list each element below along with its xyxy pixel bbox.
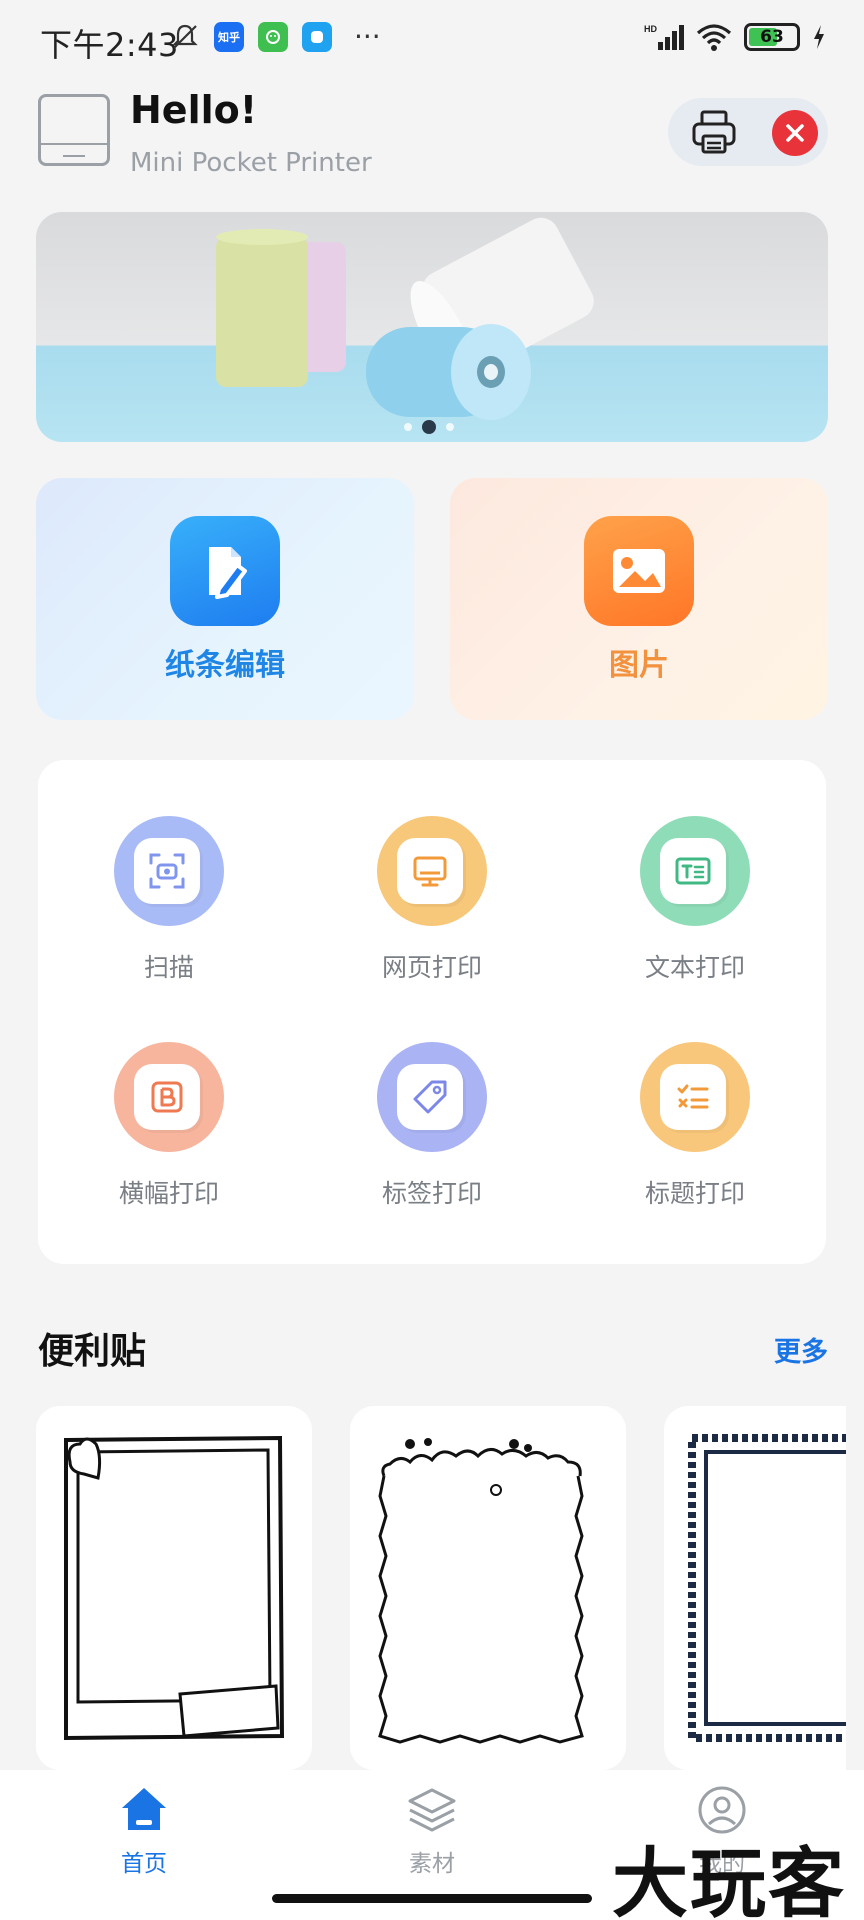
device-name: Mini Pocket Printer xyxy=(130,148,372,178)
device-icon xyxy=(38,94,110,166)
note-edit-icon xyxy=(170,516,280,626)
greeting-title: Hello! xyxy=(130,88,258,132)
watermark: 大玩客 xyxy=(612,1839,846,1920)
tool-title-print[interactable]: 标题打印 xyxy=(564,986,826,1208)
monitor-icon xyxy=(377,816,487,926)
note-edit-card[interactable]: 纸条编辑 xyxy=(36,478,414,720)
image-card[interactable]: 图片 xyxy=(450,478,828,720)
home-indicator[interactable] xyxy=(272,1894,592,1903)
disconnect-button[interactable] xyxy=(772,110,818,156)
scalloped-frame-image xyxy=(378,1438,584,1744)
stamp-frame-image xyxy=(688,1434,846,1742)
layers-icon xyxy=(408,1788,456,1832)
tool-web-print-label: 网页打印 xyxy=(381,953,482,982)
sticky-notes-carousel[interactable] xyxy=(0,1406,846,1770)
signal-icon: HD xyxy=(644,24,684,50)
more-link[interactable]: 更多 xyxy=(774,1330,828,1369)
battery-level: 63 xyxy=(760,27,784,47)
tool-label-print[interactable]: 标签打印 xyxy=(301,986,563,1208)
more-notifications-icon: ··· xyxy=(354,20,381,53)
tool-text-print[interactable]: 文本打印 xyxy=(564,760,826,982)
image-icon xyxy=(584,516,694,626)
tool-label-print-label: 标签打印 xyxy=(381,1179,482,1208)
status-time: 下午2:43 xyxy=(40,26,179,64)
polaroid-frame-image xyxy=(64,1435,285,1741)
home-icon xyxy=(122,1788,166,1830)
app-header: Hello! Mini Pocket Printer xyxy=(0,88,864,198)
banner-dot[interactable] xyxy=(446,423,454,431)
nav-home-label: 首页 xyxy=(121,1851,167,1877)
close-icon xyxy=(786,124,804,142)
status-notifications: 知乎 ··· xyxy=(170,22,381,52)
status-system-icons: HD 63 xyxy=(644,22,826,52)
tool-scan[interactable]: 扫描 xyxy=(38,760,300,982)
printer-connection-pill[interactable] xyxy=(668,98,828,166)
tool-title-print-label: 标题打印 xyxy=(644,1179,745,1208)
paper-rolls-image xyxy=(216,217,594,420)
image-label: 图片 xyxy=(609,648,669,683)
battery-icon: 63 xyxy=(744,23,800,51)
nav-materials[interactable]: 素材 xyxy=(352,1784,512,1878)
mute-bell-icon xyxy=(172,24,198,49)
tools-grid: 扫描 网页打印 文本打印 横幅打印 标签打印 标题打印 xyxy=(38,760,826,1264)
sticker-scalloped-frame[interactable] xyxy=(350,1406,626,1770)
wechat-app-icon xyxy=(258,22,288,52)
network-label: HD xyxy=(644,24,657,34)
status-bar: 下午2:43 知乎 ··· HD 63 xyxy=(0,0,864,80)
wifi-icon xyxy=(696,24,732,51)
zhihu-app-icon: 知乎 xyxy=(214,22,244,52)
text-icon xyxy=(640,816,750,926)
tool-banner-print-label: 横幅打印 xyxy=(118,1179,219,1208)
banner-dot-active[interactable] xyxy=(422,420,436,434)
note-edit-label: 纸条编辑 xyxy=(165,648,285,683)
checklist-icon xyxy=(640,1042,750,1152)
sticky-notes-title: 便利贴 xyxy=(38,1331,147,1372)
charging-icon xyxy=(814,25,824,49)
scan-icon xyxy=(114,816,224,926)
chat-app-icon xyxy=(302,22,332,52)
printer-icon[interactable] xyxy=(690,108,738,156)
banner-dot[interactable] xyxy=(404,423,412,431)
nav-home[interactable]: 首页 xyxy=(64,1784,224,1878)
sticker-polaroid-frame[interactable] xyxy=(36,1406,312,1770)
tool-web-print[interactable]: 网页打印 xyxy=(301,760,563,982)
tool-scan-label: 扫描 xyxy=(143,953,194,982)
nav-materials-label: 素材 xyxy=(409,1851,455,1877)
tool-banner-print[interactable]: 横幅打印 xyxy=(38,986,300,1208)
banner-b-icon xyxy=(114,1042,224,1152)
sticker-stamp-frame[interactable] xyxy=(664,1406,846,1770)
banner-pagination xyxy=(404,420,454,434)
tool-text-print-label: 文本打印 xyxy=(644,953,745,982)
tag-icon xyxy=(377,1042,487,1152)
promo-banner[interactable] xyxy=(36,212,828,442)
